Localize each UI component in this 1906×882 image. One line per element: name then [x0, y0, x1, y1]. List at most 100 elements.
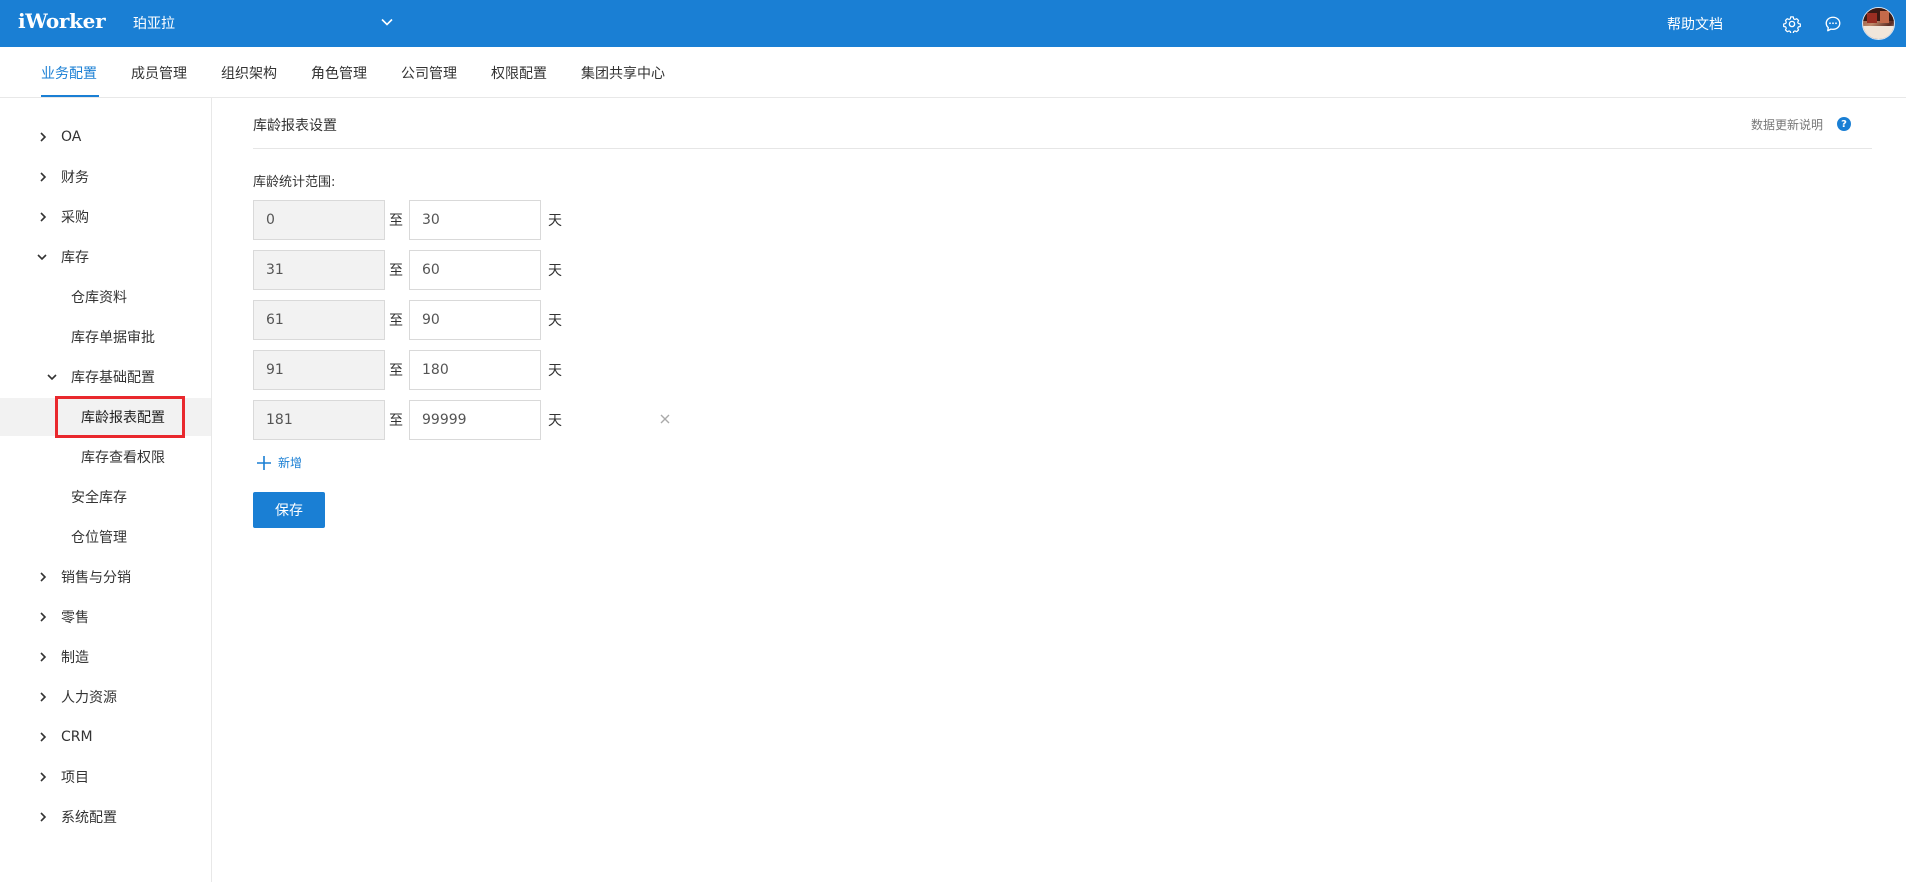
help-docs-link[interactable]: 帮助文档 [1667, 14, 1723, 34]
app-logo[interactable]: iWorker [18, 9, 106, 33]
chevron-down-icon[interactable] [380, 15, 394, 29]
sidebar-item-label: 零售 [61, 610, 89, 626]
range-row: 91 至 180 天 [253, 350, 653, 390]
sidebar-item-inventory[interactable]: 库存 [0, 238, 211, 276]
range-to-input[interactable]: 90 [409, 300, 541, 340]
range-to-text: 至 [389, 313, 403, 329]
sidebar-item-label: 仓库资料 [71, 290, 127, 306]
chevron-down-icon [36, 251, 48, 263]
range-row: 31 至 60 天 [253, 250, 653, 290]
sidebar-item-aging-report-config[interactable]: 库龄报表配置 [0, 396, 211, 438]
tab-role-management[interactable]: 角色管理 [311, 63, 367, 83]
range-unit: 天 [548, 313, 562, 329]
chevron-right-icon [37, 771, 49, 783]
active-tab-indicator [41, 95, 99, 97]
range-to-input[interactable]: 99999 [409, 400, 541, 440]
range-row: 61 至 90 天 [253, 300, 653, 340]
range-unit: 天 [548, 413, 562, 429]
range-to-text: 至 [389, 363, 403, 379]
tab-member-management[interactable]: 成员管理 [131, 63, 187, 83]
company-name[interactable]: 珀亚拉 [133, 13, 175, 33]
chevron-down-icon [46, 371, 58, 383]
main-content: 库龄报表设置 数据更新说明 ? 库龄统计范围: 0 至 30 天 31 至 60… [212, 98, 1906, 882]
sidebar-item-label: 库存查看权限 [81, 450, 165, 466]
sidebar-item-manufacturing[interactable]: 制造 [0, 638, 211, 676]
range-from-field: 31 [253, 250, 385, 290]
sidebar-item-label: 库存基础配置 [71, 370, 155, 386]
avatar[interactable] [1862, 7, 1895, 40]
chevron-right-icon [37, 691, 49, 703]
range-to-input[interactable]: 30 [409, 200, 541, 240]
chevron-right-icon [37, 651, 49, 663]
sidebar-item-label: OA [61, 129, 82, 145]
sidebar-item-system-config[interactable]: 系统配置 [0, 798, 211, 836]
save-button[interactable]: 保存 [253, 492, 325, 528]
top-bar: iWorker 珀亚拉 帮助文档 [0, 0, 1906, 47]
range-to-text: 至 [389, 213, 403, 229]
sidebar-item-label: 制造 [61, 650, 89, 666]
sidebar-item-label: 系统配置 [61, 810, 117, 826]
chevron-right-icon [37, 731, 49, 743]
range-from-field: 181 [253, 400, 385, 440]
tab-org-structure[interactable]: 组织架构 [221, 63, 277, 83]
range-row: 0 至 30 天 [253, 200, 653, 240]
sidebar-item-label: 人力资源 [61, 690, 117, 706]
sidebar-item-bin-management[interactable]: 仓位管理 [0, 518, 211, 556]
plus-icon [256, 455, 272, 471]
sidebar-item-label: 库存单据审批 [71, 330, 155, 346]
data-update-note-link[interactable]: 数据更新说明 [1751, 116, 1823, 133]
sidebar-item-inventory-basic-config[interactable]: 库存基础配置 [0, 358, 211, 396]
sidebar-item-inventory-view-permission[interactable]: 库存查看权限 [0, 438, 211, 476]
tab-permission-config[interactable]: 权限配置 [491, 63, 547, 83]
sidebar-item-human-resources[interactable]: 人力资源 [0, 678, 211, 716]
sidebar-item-label: 采购 [61, 210, 89, 226]
title-divider [253, 148, 1872, 149]
sidebar-item-sales-distribution[interactable]: 销售与分销 [0, 558, 211, 596]
sidebar-item-label: 项目 [61, 770, 89, 786]
tab-group-shared-center[interactable]: 集团共享中心 [581, 63, 665, 83]
range-row: 181 至 99999 天 [253, 400, 693, 440]
close-icon[interactable] [658, 412, 672, 426]
range-to-input[interactable]: 180 [409, 350, 541, 390]
add-range-button[interactable]: 新增 [256, 454, 302, 471]
sidebar-item-retail[interactable]: 零售 [0, 598, 211, 636]
add-range-label: 新增 [278, 456, 303, 470]
range-from-field: 61 [253, 300, 385, 340]
range-from-field: 0 [253, 200, 385, 240]
chevron-right-icon [37, 611, 49, 623]
sidebar-item-label: 库龄报表配置 [81, 410, 165, 426]
sidebar-item-project[interactable]: 项目 [0, 758, 211, 796]
chevron-right-icon [37, 131, 49, 143]
sidebar-item-warehouse-data[interactable]: 仓库资料 [0, 278, 211, 316]
sidebar-item-purchasing[interactable]: 采购 [0, 198, 211, 236]
range-unit: 天 [548, 263, 562, 279]
sidebar-item-oa[interactable]: OA [0, 118, 211, 156]
tab-company-management[interactable]: 公司管理 [401, 63, 457, 83]
chevron-right-icon [37, 171, 49, 183]
range-to-text: 至 [389, 413, 403, 429]
sidebar-item-crm[interactable]: CRM [0, 718, 211, 756]
sidebar-item-label: 销售与分销 [61, 570, 131, 586]
chevron-right-icon [37, 811, 49, 823]
module-tabs: 业务配置 成员管理 组织架构 角色管理 公司管理 权限配置 集团共享中心 [0, 47, 1906, 98]
gear-icon[interactable] [1781, 13, 1803, 35]
sidebar-item-label: 安全库存 [71, 490, 127, 506]
sidebar-item-label: CRM [61, 729, 93, 745]
sidebar-item-label: 仓位管理 [71, 530, 127, 546]
sidebar-item-label: 财务 [61, 170, 89, 186]
chevron-right-icon [37, 211, 49, 223]
chat-icon[interactable] [1822, 13, 1844, 35]
help-icon[interactable]: ? [1837, 117, 1851, 131]
tab-business-config[interactable]: 业务配置 [41, 63, 97, 83]
sidebar-item-safety-stock[interactable]: 安全库存 [0, 478, 211, 516]
sidebar: OA 财务 采购 库存 仓库资料 库存单据审批 库存基础配置 库龄报表配置 库存… [0, 98, 212, 882]
range-from-field: 91 [253, 350, 385, 390]
aging-range-label: 库龄统计范围: [253, 175, 336, 190]
range-to-text: 至 [389, 263, 403, 279]
sidebar-item-label: 库存 [61, 250, 89, 266]
sidebar-item-finance[interactable]: 财务 [0, 158, 211, 196]
sidebar-item-inventory-doc-approval[interactable]: 库存单据审批 [0, 318, 211, 356]
range-unit: 天 [548, 363, 562, 379]
range-to-input[interactable]: 60 [409, 250, 541, 290]
page-title: 库龄报表设置 [253, 118, 337, 134]
